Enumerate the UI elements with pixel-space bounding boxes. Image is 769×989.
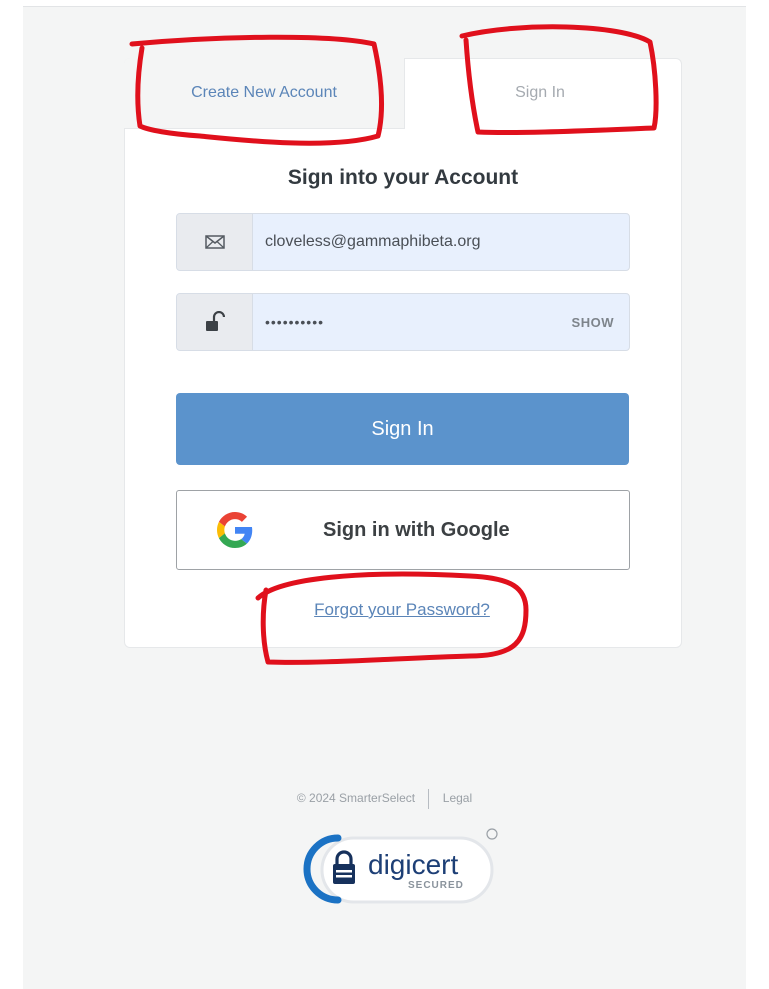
sign-in-button[interactable]: Sign In (176, 393, 629, 465)
google-logo-icon (217, 512, 253, 548)
google-button-label: Sign in with Google (323, 518, 510, 541)
footer: © 2024 SmarterSelect Legal (23, 789, 746, 809)
legal-link[interactable]: Legal (443, 791, 472, 805)
copyright-text: © 2024 SmarterSelect (296, 791, 416, 806)
sign-in-button-label: Sign In (371, 417, 434, 440)
email-addon (177, 214, 253, 270)
password-value: •••••••••• (265, 314, 325, 330)
digicert-secured: SECURED (408, 880, 464, 891)
tab-sign-in-label: Sign In (515, 84, 565, 101)
footer-divider (428, 789, 430, 809)
password-field[interactable]: •••••••••• SHOW (176, 293, 630, 351)
tab-create-account-label: Create New Account (191, 84, 337, 101)
show-password-toggle[interactable]: SHOW (572, 294, 614, 350)
forgot-password-link[interactable]: Forgot your Password? (124, 600, 680, 620)
digicert-secured-badge[interactable]: digicert SECURED (300, 826, 504, 908)
password-addon (177, 294, 253, 350)
digicert-brand: digicert (368, 849, 458, 880)
unlock-icon (205, 311, 225, 331)
email-field[interactable]: cloveless@gammaphibeta.org (176, 213, 630, 271)
google-sign-in-button[interactable]: Sign in with Google (176, 490, 630, 570)
form-heading: Sign into your Account (287, 166, 519, 189)
info-icon (486, 828, 498, 840)
tab-create-account[interactable]: Create New Account (124, 58, 405, 129)
envelope-icon (204, 235, 225, 249)
email-value: cloveless@gammaphibeta.org (265, 233, 481, 250)
tab-sign-in[interactable]: Sign In (402, 58, 678, 128)
